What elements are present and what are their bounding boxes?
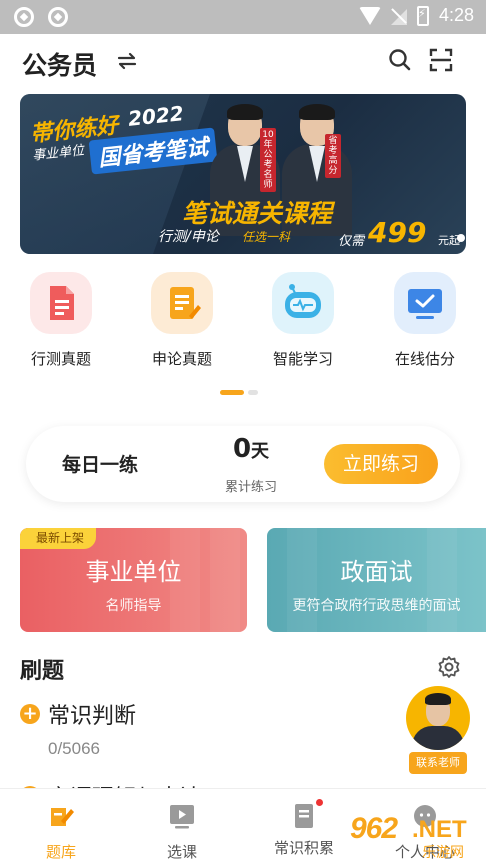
status-left-icons <box>14 7 68 27</box>
banner-indicator-dot <box>457 234 465 242</box>
status-time: 4:28 <box>438 5 474 25</box>
card-decoration <box>210 528 240 632</box>
tab-label: 选课 <box>166 843 197 861</box>
pager-dot-active <box>220 390 244 395</box>
quick-entry-label: 在线估分 <box>394 350 455 368</box>
quick-entry-shenlun[interactable]: 申论真题 <box>132 270 232 369</box>
practice-item-title[interactable]: 常识判断 <box>48 698 136 730</box>
banner-course-title: 笔试通关课程 <box>182 199 333 228</box>
card-decoration <box>287 528 317 632</box>
new-badge: 最新上架 <box>20 528 97 549</box>
contact-teacher-button[interactable]: 联系老师 <box>405 686 471 774</box>
quick-entry-label: 行测真题 <box>30 350 91 368</box>
watermark-domain: .NET <box>412 816 467 843</box>
teacher-badge: 省考高分 <box>325 134 341 178</box>
scan-icon[interactable] <box>429 48 453 72</box>
swap-icon[interactable] <box>116 50 138 72</box>
monitor-check-icon <box>394 272 456 334</box>
video-play-icon <box>170 805 194 829</box>
card-interview[interactable]: 政面试 更符合政府行政思维的面试 <box>267 528 486 632</box>
quick-entry-pager <box>220 390 258 395</box>
practice-days-label: 累计练习 <box>224 480 277 495</box>
promo-banner[interactable]: 帯你练好 2022 事业单位 国省考笔试 10年公考名师 省考高分 笔试通关课程… <box>20 94 466 254</box>
app-notification-icon <box>14 7 34 27</box>
daily-practice-title: 每日一练 <box>62 454 139 476</box>
notification-dot <box>316 799 323 806</box>
card-shiye-danwei[interactable]: 最新上架 事业单位 名师指导 <box>20 528 247 632</box>
quick-entry-score-estimate[interactable]: 在线估分 <box>375 270 475 369</box>
card-decoration <box>427 528 457 632</box>
gear-icon[interactable] <box>437 655 461 679</box>
knowledge-book-icon <box>289 799 323 831</box>
quick-entry-label: 智能学习 <box>272 350 333 368</box>
app-header: 公务员 <box>0 34 486 90</box>
question-bank-icon <box>51 808 74 826</box>
daily-practice-card: 每日一练 0天 累计练习 立即练习 <box>26 426 460 502</box>
status-bar: 4:28 <box>0 0 486 34</box>
tab-label: 题库 <box>45 843 76 861</box>
start-practice-button[interactable]: 立即练习 <box>324 444 438 484</box>
quick-entry-grid: 行测真题 申论真题 智能学习 在线估分 <box>0 270 486 380</box>
practice-days-unit: 天 <box>251 441 270 462</box>
contact-teacher-label: 联系老师 <box>409 752 467 774</box>
no-signal-icon <box>390 7 407 25</box>
battery-charging-icon <box>416 5 429 26</box>
banner-price-prefix: 仅需 <box>338 234 365 249</box>
banner-course-hint: 任选一科 <box>242 230 291 244</box>
watermark-logo: 962 .NET 乐游网 <box>350 812 486 864</box>
exam-category-title[interactable]: 公务员 <box>22 46 97 82</box>
robot-icon <box>272 272 334 334</box>
card-decoration <box>170 528 200 632</box>
pager-dot <box>248 390 258 395</box>
expand-plus-icon[interactable]: + <box>20 704 40 724</box>
tab-courses[interactable]: 选课 <box>121 789 243 864</box>
practice-item-progress: 0/5066 <box>48 739 100 758</box>
tab-question-bank[interactable]: 题库 <box>0 789 122 864</box>
wifi-icon <box>358 6 381 25</box>
practice-days-count: 0 <box>232 434 252 464</box>
document-icon <box>30 272 92 334</box>
quick-entry-xingce[interactable]: 行测真题 <box>11 270 111 369</box>
quick-entry-smart-study[interactable]: 智能学习 <box>253 270 353 369</box>
tab-label: 常识积累 <box>273 839 334 857</box>
quick-entry-label: 申论真题 <box>151 350 212 368</box>
watermark-cn: 乐游网 <box>422 845 464 861</box>
watermark-brand: 962 <box>350 812 398 845</box>
search-icon[interactable] <box>388 48 412 72</box>
teacher-avatar <box>406 686 470 750</box>
tab-knowledge[interactable]: 常识积累 <box>243 789 365 864</box>
banner-price: 499 <box>368 216 427 249</box>
app-notification-icon <box>48 7 68 27</box>
practice-days: 0天 <box>206 434 296 464</box>
teacher-badge: 10年公考名师 <box>260 128 276 192</box>
note-edit-icon <box>151 272 213 334</box>
banner-course-subjects: 行测/申论 <box>158 229 219 245</box>
section-title-practice: 刷题 <box>20 659 65 684</box>
status-right-icons: 4:28 <box>358 5 474 26</box>
